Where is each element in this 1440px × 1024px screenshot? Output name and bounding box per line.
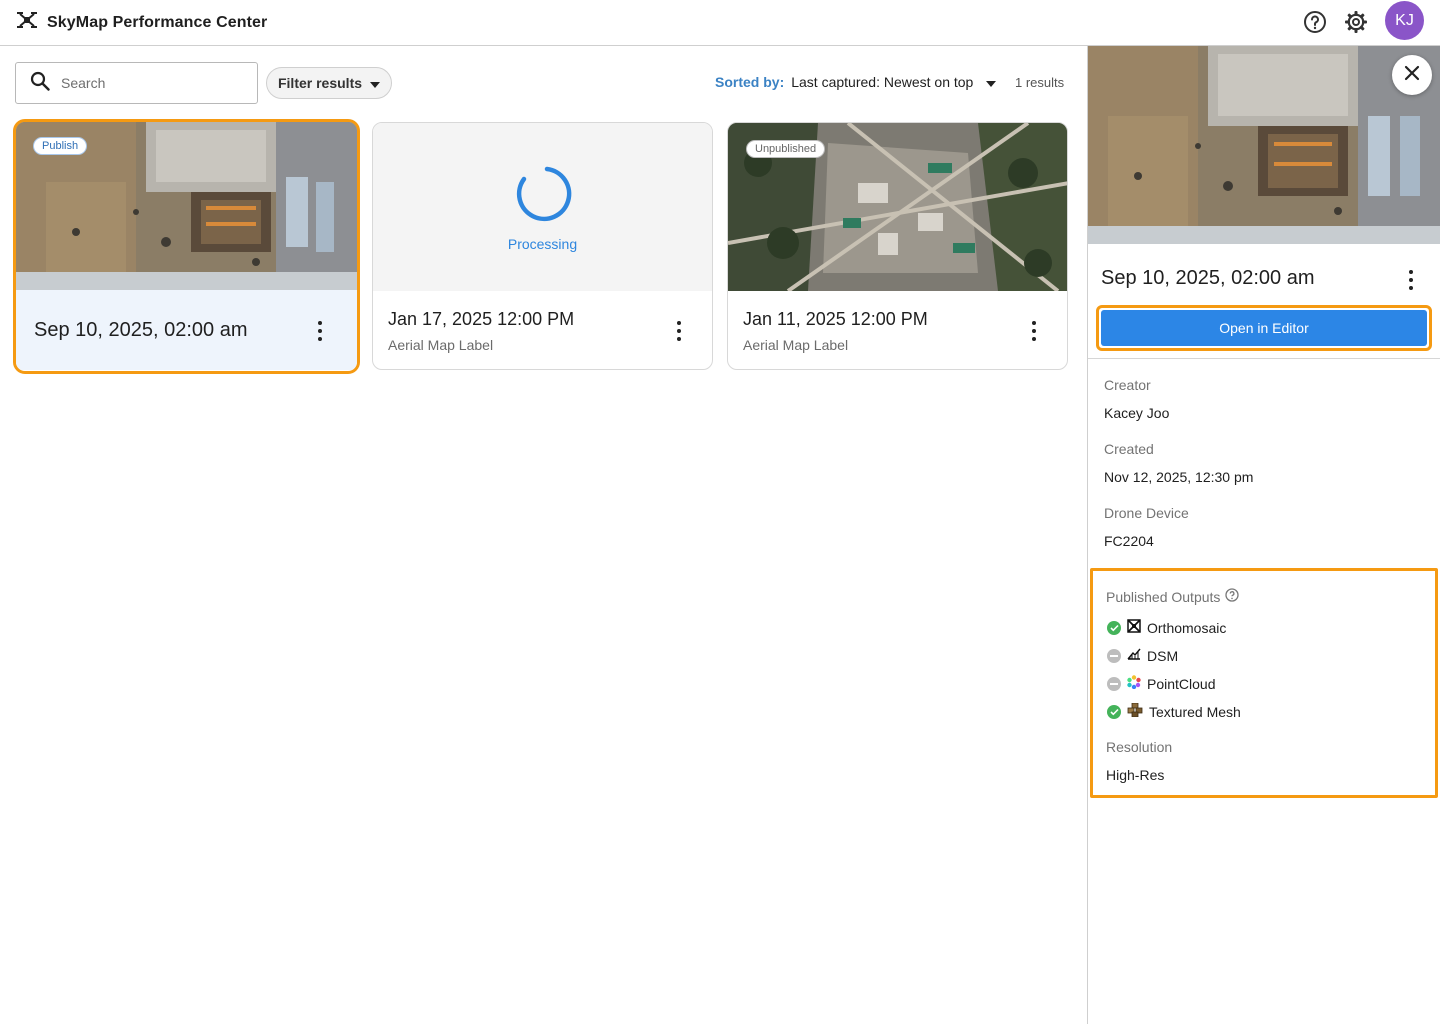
card-title: Jan 17, 2025 12:00 PM xyxy=(388,309,575,329)
card-footer: Jan 11, 2025 12:00 PM Aerial Map Label xyxy=(728,291,1067,369)
panel-divider xyxy=(1088,358,1440,359)
search-input[interactable] xyxy=(61,75,241,91)
created-value: Nov 12, 2025, 12:30 pm xyxy=(1104,469,1254,485)
output-textured-mesh: Textured Mesh xyxy=(1107,702,1241,720)
user-avatar[interactable]: KJ xyxy=(1385,1,1424,40)
created-label: Created xyxy=(1104,441,1154,457)
search-box xyxy=(15,62,258,104)
detail-hero-image xyxy=(1088,46,1440,244)
creator-label: Creator xyxy=(1104,377,1151,393)
map-thumbnail: Unpublished xyxy=(728,123,1067,291)
orthomosaic-icon xyxy=(1127,619,1141,636)
more-options-icon[interactable] xyxy=(1031,321,1037,341)
map-card-processing[interactable]: Processing Jan 17, 2025 12:00 PM Aerial … xyxy=(372,122,713,370)
app-title: SkyMap Performance Center xyxy=(47,13,268,31)
results-count: 1 results xyxy=(1015,75,1065,90)
map-card-unpublished[interactable]: Unpublished Jan 11, 2025 12:00 PM Aerial… xyxy=(727,122,1068,370)
map-card-selected[interactable]: Publish Sep 10, 2025, 02:00 am xyxy=(13,119,360,374)
output-orthomosaic: Orthomosaic xyxy=(1107,619,1226,636)
unpublished-minus-icon xyxy=(1107,676,1121,691)
unpublished-minus-icon xyxy=(1107,648,1121,663)
status-badge: Unpublished xyxy=(746,140,826,158)
loading-spinner-icon xyxy=(514,165,572,228)
brand[interactable]: SkyMap Performance Center xyxy=(16,10,267,35)
processing-placeholder: Processing xyxy=(373,123,712,291)
output-pointcloud: PointCloud xyxy=(1107,675,1216,692)
published-outputs-section: Published Outputs Orthomosaic DSM PointC… xyxy=(1090,568,1438,798)
more-options-icon[interactable] xyxy=(676,321,682,341)
resolution-label: Resolution xyxy=(1106,739,1173,755)
panel-title: Sep 10, 2025, 02:00 am xyxy=(1101,267,1315,289)
card-subtitle: Aerial Map Label xyxy=(743,337,849,353)
pointcloud-icon xyxy=(1127,675,1141,692)
output-name: Orthomosaic xyxy=(1147,619,1227,636)
open-in-editor-button[interactable]: Open in Editor xyxy=(1101,310,1427,346)
more-options-icon[interactable] xyxy=(1408,270,1414,290)
card-footer: Sep 10, 2025, 02:00 am xyxy=(16,290,357,370)
output-dsm: DSM xyxy=(1107,647,1178,664)
filter-results-button[interactable]: Filter results xyxy=(266,67,392,99)
output-name: Textured Mesh xyxy=(1149,703,1241,720)
card-footer: Jan 17, 2025 12:00 PM Aerial Map Label xyxy=(373,291,712,369)
sort-value: Last captured: Newest on top xyxy=(791,74,974,90)
published-outputs-header: Published Outputs xyxy=(1106,588,1240,605)
filter-results-label: Filter results xyxy=(277,75,363,91)
card-title: Jan 11, 2025 12:00 PM xyxy=(743,309,928,329)
status-badge: Publish xyxy=(33,137,88,155)
sort-control[interactable]: Sorted by: Last captured: Newest on top xyxy=(715,74,997,90)
textured-mesh-icon xyxy=(1127,702,1143,720)
creator-value: Kacey Joo xyxy=(1104,405,1170,421)
published-outputs-label: Published Outputs xyxy=(1106,588,1221,605)
dsm-icon xyxy=(1127,647,1141,664)
processing-label: Processing xyxy=(507,236,578,252)
card-title: Sep 10, 2025, 02:00 am xyxy=(34,319,248,341)
map-thumbnail: Publish xyxy=(16,122,357,290)
close-icon xyxy=(1404,65,1420,86)
drone-device-label: Drone Device xyxy=(1104,505,1189,521)
published-check-icon xyxy=(1107,704,1121,719)
output-name: PointCloud xyxy=(1147,675,1216,692)
detail-panel: Sep 10, 2025, 02:00 am Open in Editor Cr… xyxy=(1087,46,1440,1024)
drone-device-value: FC2204 xyxy=(1104,533,1154,549)
card-subtitle: Aerial Map Label xyxy=(388,337,494,353)
output-name: DSM xyxy=(1147,647,1179,664)
drone-logo-icon xyxy=(16,10,38,35)
help-icon[interactable] xyxy=(1225,588,1240,605)
more-options-icon[interactable] xyxy=(317,321,323,341)
top-bar: SkyMap Performance Center KJ xyxy=(0,0,1440,46)
settings-gear-icon[interactable] xyxy=(1343,9,1369,35)
published-check-icon xyxy=(1107,620,1121,635)
caret-down-icon xyxy=(986,74,997,90)
sort-label: Sorted by: xyxy=(715,74,785,90)
help-icon[interactable] xyxy=(1302,9,1328,35)
search-icon xyxy=(30,71,50,96)
close-panel-button[interactable] xyxy=(1392,55,1432,95)
open-in-editor-highlight: Open in Editor xyxy=(1096,305,1432,351)
caret-down-icon xyxy=(370,75,381,91)
resolution-value: High-Res xyxy=(1106,767,1165,783)
